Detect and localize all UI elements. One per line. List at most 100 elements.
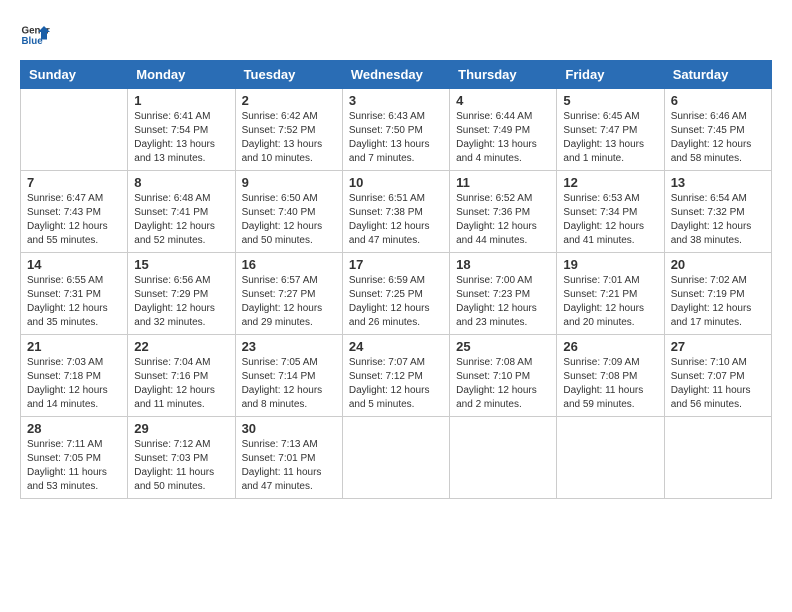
week-row-1: 1 Sunrise: 6:41 AMSunset: 7:54 PMDayligh… bbox=[21, 89, 772, 171]
day-info: Sunrise: 7:08 AMSunset: 7:10 PMDaylight:… bbox=[456, 356, 550, 412]
day-number: 30 bbox=[242, 421, 336, 436]
calendar-cell: 10 Sunrise: 6:51 AMSunset: 7:38 PMDaylig… bbox=[342, 171, 449, 253]
day-info: Sunrise: 6:46 AMSunset: 7:45 PMDaylight:… bbox=[671, 110, 765, 166]
day-info: Sunrise: 6:50 AMSunset: 7:40 PMDaylight:… bbox=[242, 192, 336, 248]
calendar-cell bbox=[664, 417, 771, 499]
calendar-cell: 7 Sunrise: 6:47 AMSunset: 7:43 PMDayligh… bbox=[21, 171, 128, 253]
day-info: Sunrise: 6:41 AMSunset: 7:54 PMDaylight:… bbox=[134, 110, 228, 166]
day-info: Sunrise: 6:42 AMSunset: 7:52 PMDaylight:… bbox=[242, 110, 336, 166]
day-info: Sunrise: 6:52 AMSunset: 7:36 PMDaylight:… bbox=[456, 192, 550, 248]
calendar-cell: 8 Sunrise: 6:48 AMSunset: 7:41 PMDayligh… bbox=[128, 171, 235, 253]
day-number: 2 bbox=[242, 93, 336, 108]
day-info: Sunrise: 7:03 AMSunset: 7:18 PMDaylight:… bbox=[27, 356, 121, 412]
calendar-cell: 26 Sunrise: 7:09 AMSunset: 7:08 PMDaylig… bbox=[557, 335, 664, 417]
day-number: 26 bbox=[563, 339, 657, 354]
day-info: Sunrise: 7:12 AMSunset: 7:03 PMDaylight:… bbox=[134, 438, 228, 494]
day-number: 29 bbox=[134, 421, 228, 436]
day-info: Sunrise: 7:02 AMSunset: 7:19 PMDaylight:… bbox=[671, 274, 765, 330]
calendar-cell bbox=[21, 89, 128, 171]
week-row-4: 21 Sunrise: 7:03 AMSunset: 7:18 PMDaylig… bbox=[21, 335, 772, 417]
calendar-cell: 16 Sunrise: 6:57 AMSunset: 7:27 PMDaylig… bbox=[235, 253, 342, 335]
calendar-cell bbox=[450, 417, 557, 499]
weekday-header-tuesday: Tuesday bbox=[235, 61, 342, 89]
weekday-header-sunday: Sunday bbox=[21, 61, 128, 89]
day-number: 10 bbox=[349, 175, 443, 190]
calendar-cell: 5 Sunrise: 6:45 AMSunset: 7:47 PMDayligh… bbox=[557, 89, 664, 171]
day-number: 23 bbox=[242, 339, 336, 354]
day-number: 6 bbox=[671, 93, 765, 108]
day-number: 15 bbox=[134, 257, 228, 272]
calendar-cell bbox=[342, 417, 449, 499]
day-info: Sunrise: 7:00 AMSunset: 7:23 PMDaylight:… bbox=[456, 274, 550, 330]
day-info: Sunrise: 7:07 AMSunset: 7:12 PMDaylight:… bbox=[349, 356, 443, 412]
day-number: 28 bbox=[27, 421, 121, 436]
weekday-header-thursday: Thursday bbox=[450, 61, 557, 89]
calendar-cell: 23 Sunrise: 7:05 AMSunset: 7:14 PMDaylig… bbox=[235, 335, 342, 417]
calendar-cell: 11 Sunrise: 6:52 AMSunset: 7:36 PMDaylig… bbox=[450, 171, 557, 253]
day-info: Sunrise: 6:54 AMSunset: 7:32 PMDaylight:… bbox=[671, 192, 765, 248]
day-info: Sunrise: 7:13 AMSunset: 7:01 PMDaylight:… bbox=[242, 438, 336, 494]
day-info: Sunrise: 6:57 AMSunset: 7:27 PMDaylight:… bbox=[242, 274, 336, 330]
day-number: 20 bbox=[671, 257, 765, 272]
header: General Blue bbox=[20, 20, 772, 50]
day-number: 1 bbox=[134, 93, 228, 108]
logo-icon: General Blue bbox=[20, 20, 50, 50]
day-info: Sunrise: 7:09 AMSunset: 7:08 PMDaylight:… bbox=[563, 356, 657, 412]
calendar-cell: 18 Sunrise: 7:00 AMSunset: 7:23 PMDaylig… bbox=[450, 253, 557, 335]
week-row-3: 14 Sunrise: 6:55 AMSunset: 7:31 PMDaylig… bbox=[21, 253, 772, 335]
calendar-cell: 20 Sunrise: 7:02 AMSunset: 7:19 PMDaylig… bbox=[664, 253, 771, 335]
day-number: 8 bbox=[134, 175, 228, 190]
calendar-cell: 27 Sunrise: 7:10 AMSunset: 7:07 PMDaylig… bbox=[664, 335, 771, 417]
calendar-cell: 9 Sunrise: 6:50 AMSunset: 7:40 PMDayligh… bbox=[235, 171, 342, 253]
weekday-header-saturday: Saturday bbox=[664, 61, 771, 89]
calendar-cell: 15 Sunrise: 6:56 AMSunset: 7:29 PMDaylig… bbox=[128, 253, 235, 335]
weekday-header-monday: Monday bbox=[128, 61, 235, 89]
day-info: Sunrise: 6:56 AMSunset: 7:29 PMDaylight:… bbox=[134, 274, 228, 330]
logo: General Blue bbox=[20, 20, 50, 50]
day-info: Sunrise: 7:05 AMSunset: 7:14 PMDaylight:… bbox=[242, 356, 336, 412]
calendar-cell: 24 Sunrise: 7:07 AMSunset: 7:12 PMDaylig… bbox=[342, 335, 449, 417]
weekday-header-friday: Friday bbox=[557, 61, 664, 89]
day-number: 12 bbox=[563, 175, 657, 190]
calendar-cell: 30 Sunrise: 7:13 AMSunset: 7:01 PMDaylig… bbox=[235, 417, 342, 499]
day-info: Sunrise: 6:55 AMSunset: 7:31 PMDaylight:… bbox=[27, 274, 121, 330]
day-number: 25 bbox=[456, 339, 550, 354]
day-number: 11 bbox=[456, 175, 550, 190]
day-number: 21 bbox=[27, 339, 121, 354]
calendar-cell: 6 Sunrise: 6:46 AMSunset: 7:45 PMDayligh… bbox=[664, 89, 771, 171]
svg-text:Blue: Blue bbox=[22, 36, 44, 47]
calendar-cell: 21 Sunrise: 7:03 AMSunset: 7:18 PMDaylig… bbox=[21, 335, 128, 417]
day-number: 24 bbox=[349, 339, 443, 354]
day-info: Sunrise: 7:04 AMSunset: 7:16 PMDaylight:… bbox=[134, 356, 228, 412]
day-number: 27 bbox=[671, 339, 765, 354]
calendar-cell: 13 Sunrise: 6:54 AMSunset: 7:32 PMDaylig… bbox=[664, 171, 771, 253]
day-info: Sunrise: 6:48 AMSunset: 7:41 PMDaylight:… bbox=[134, 192, 228, 248]
day-number: 14 bbox=[27, 257, 121, 272]
day-number: 3 bbox=[349, 93, 443, 108]
calendar-cell: 14 Sunrise: 6:55 AMSunset: 7:31 PMDaylig… bbox=[21, 253, 128, 335]
day-info: Sunrise: 6:45 AMSunset: 7:47 PMDaylight:… bbox=[563, 110, 657, 166]
calendar-cell: 4 Sunrise: 6:44 AMSunset: 7:49 PMDayligh… bbox=[450, 89, 557, 171]
day-info: Sunrise: 6:47 AMSunset: 7:43 PMDaylight:… bbox=[27, 192, 121, 248]
weekday-header-wednesday: Wednesday bbox=[342, 61, 449, 89]
calendar-table: SundayMondayTuesdayWednesdayThursdayFrid… bbox=[20, 60, 772, 499]
day-info: Sunrise: 6:53 AMSunset: 7:34 PMDaylight:… bbox=[563, 192, 657, 248]
day-number: 5 bbox=[563, 93, 657, 108]
calendar-cell: 22 Sunrise: 7:04 AMSunset: 7:16 PMDaylig… bbox=[128, 335, 235, 417]
calendar-cell: 29 Sunrise: 7:12 AMSunset: 7:03 PMDaylig… bbox=[128, 417, 235, 499]
calendar-cell: 28 Sunrise: 7:11 AMSunset: 7:05 PMDaylig… bbox=[21, 417, 128, 499]
calendar-cell: 17 Sunrise: 6:59 AMSunset: 7:25 PMDaylig… bbox=[342, 253, 449, 335]
day-number: 18 bbox=[456, 257, 550, 272]
day-number: 16 bbox=[242, 257, 336, 272]
day-info: Sunrise: 7:11 AMSunset: 7:05 PMDaylight:… bbox=[27, 438, 121, 494]
calendar-cell: 25 Sunrise: 7:08 AMSunset: 7:10 PMDaylig… bbox=[450, 335, 557, 417]
day-number: 17 bbox=[349, 257, 443, 272]
day-info: Sunrise: 6:59 AMSunset: 7:25 PMDaylight:… bbox=[349, 274, 443, 330]
day-info: Sunrise: 7:01 AMSunset: 7:21 PMDaylight:… bbox=[563, 274, 657, 330]
calendar-cell: 3 Sunrise: 6:43 AMSunset: 7:50 PMDayligh… bbox=[342, 89, 449, 171]
week-row-5: 28 Sunrise: 7:11 AMSunset: 7:05 PMDaylig… bbox=[21, 417, 772, 499]
day-number: 13 bbox=[671, 175, 765, 190]
calendar-cell bbox=[557, 417, 664, 499]
day-number: 7 bbox=[27, 175, 121, 190]
calendar-cell: 2 Sunrise: 6:42 AMSunset: 7:52 PMDayligh… bbox=[235, 89, 342, 171]
